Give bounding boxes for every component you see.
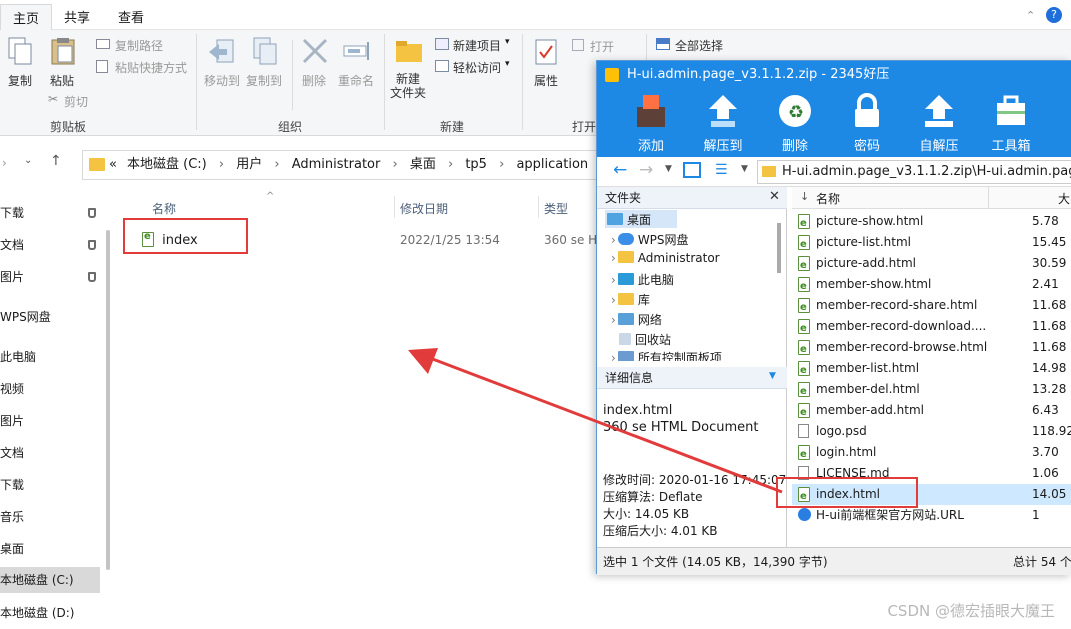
annotation-arrow [408,348,783,494]
watermark: CSDN @德宏插眼大魔王 [887,602,1055,620]
